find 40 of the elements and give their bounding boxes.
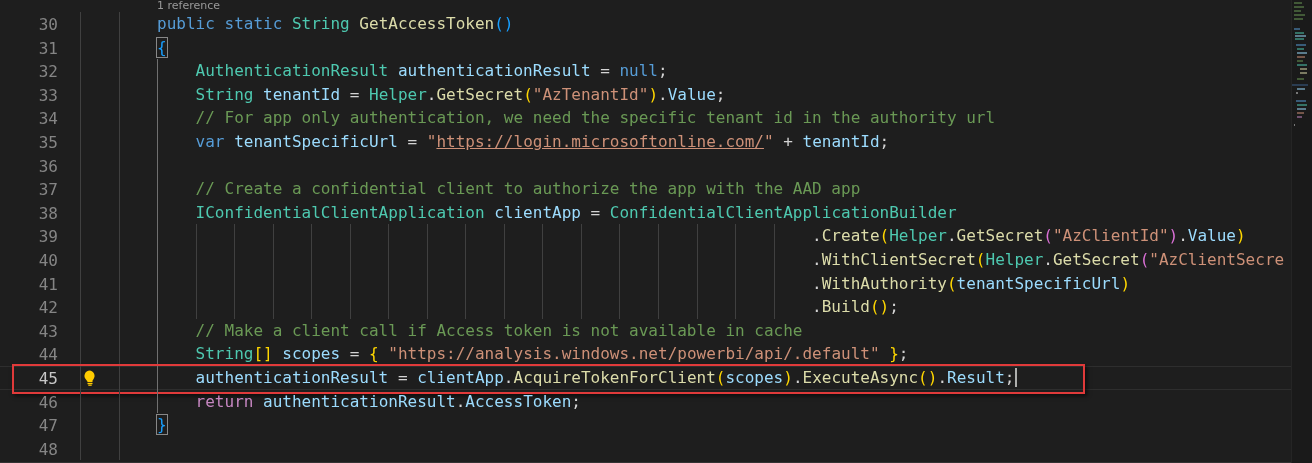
code-line: // Make a client call if Access token is not available in cache — [195, 319, 803, 342]
code-line: IConfidentialClientApplication clientApp = ConfidentialClientApplicationBuilder — [195, 201, 957, 224]
line-number: 40 — [37, 249, 59, 271]
code-line: String[] scopes = { "https://analysis.windows.net/powerbi/api/.default" }; — [195, 343, 909, 366]
line-number: 42 — [37, 297, 59, 318]
line-number: 38 — [37, 202, 59, 224]
code-line: var tenantSpecificUrl = "https://login.microsoftonline.com/" + tenantId; — [195, 130, 890, 153]
code-line: .Create(Helper.GetSecret("AzClientId").Value) — [812, 225, 1246, 248]
code-line: // For app only authentication, we need the specific tenant id in the authority url — [195, 107, 996, 130]
line-number: 36 — [37, 155, 59, 177]
line-number: 48 — [37, 438, 59, 460]
code-line: return authenticationResult.AccessToken; — [195, 390, 581, 413]
line-number: 45 — [37, 367, 59, 389]
line-number: 37 — [37, 179, 59, 200]
code-line: .WithClientSecret(Helper.GetSecret("AzClientSecre — [812, 248, 1285, 271]
code-line: { — [157, 36, 167, 59]
code-line: } — [157, 414, 167, 437]
code-line: .Build(); — [812, 296, 899, 319]
code-line: AuthenticationResult authenticationResult = null; — [195, 60, 668, 83]
line-number: 41 — [37, 273, 59, 295]
code-line: String tenantId = Helper.GetSecret("AzTenantId").Value; — [195, 83, 726, 106]
code-line: // Create a confidential client to authorize the app with the AAD app — [195, 178, 861, 201]
line-number: 44 — [37, 344, 59, 365]
line-number: 46 — [37, 391, 59, 413]
line-number: 32 — [37, 61, 59, 82]
code-line: authenticationResult = clientApp.AcquireTokenForClient(scopes).ExecuteAsync().Result; — [195, 366, 1015, 389]
line-number: 43 — [37, 320, 59, 342]
lightbulb-icon[interactable] — [84, 369, 96, 386]
line-number: 35 — [37, 131, 59, 153]
line-number: 34 — [37, 108, 59, 129]
code-line: public static String GetAccessToken() — [157, 13, 514, 35]
line-number: 47 — [37, 415, 59, 436]
line-number: 30 — [37, 14, 59, 35]
line-number: 31 — [37, 37, 59, 59]
line-number: 33 — [37, 84, 59, 106]
code-line: .WithAuthority(tenantSpecificUrl) — [812, 272, 1130, 295]
text-cursor — [1015, 368, 1018, 388]
line-number: 39 — [37, 226, 59, 247]
reference-count-link[interactable]: 1 reference — [157, 0, 221, 12]
minimap[interactable] — [1291, 0, 1312, 463]
